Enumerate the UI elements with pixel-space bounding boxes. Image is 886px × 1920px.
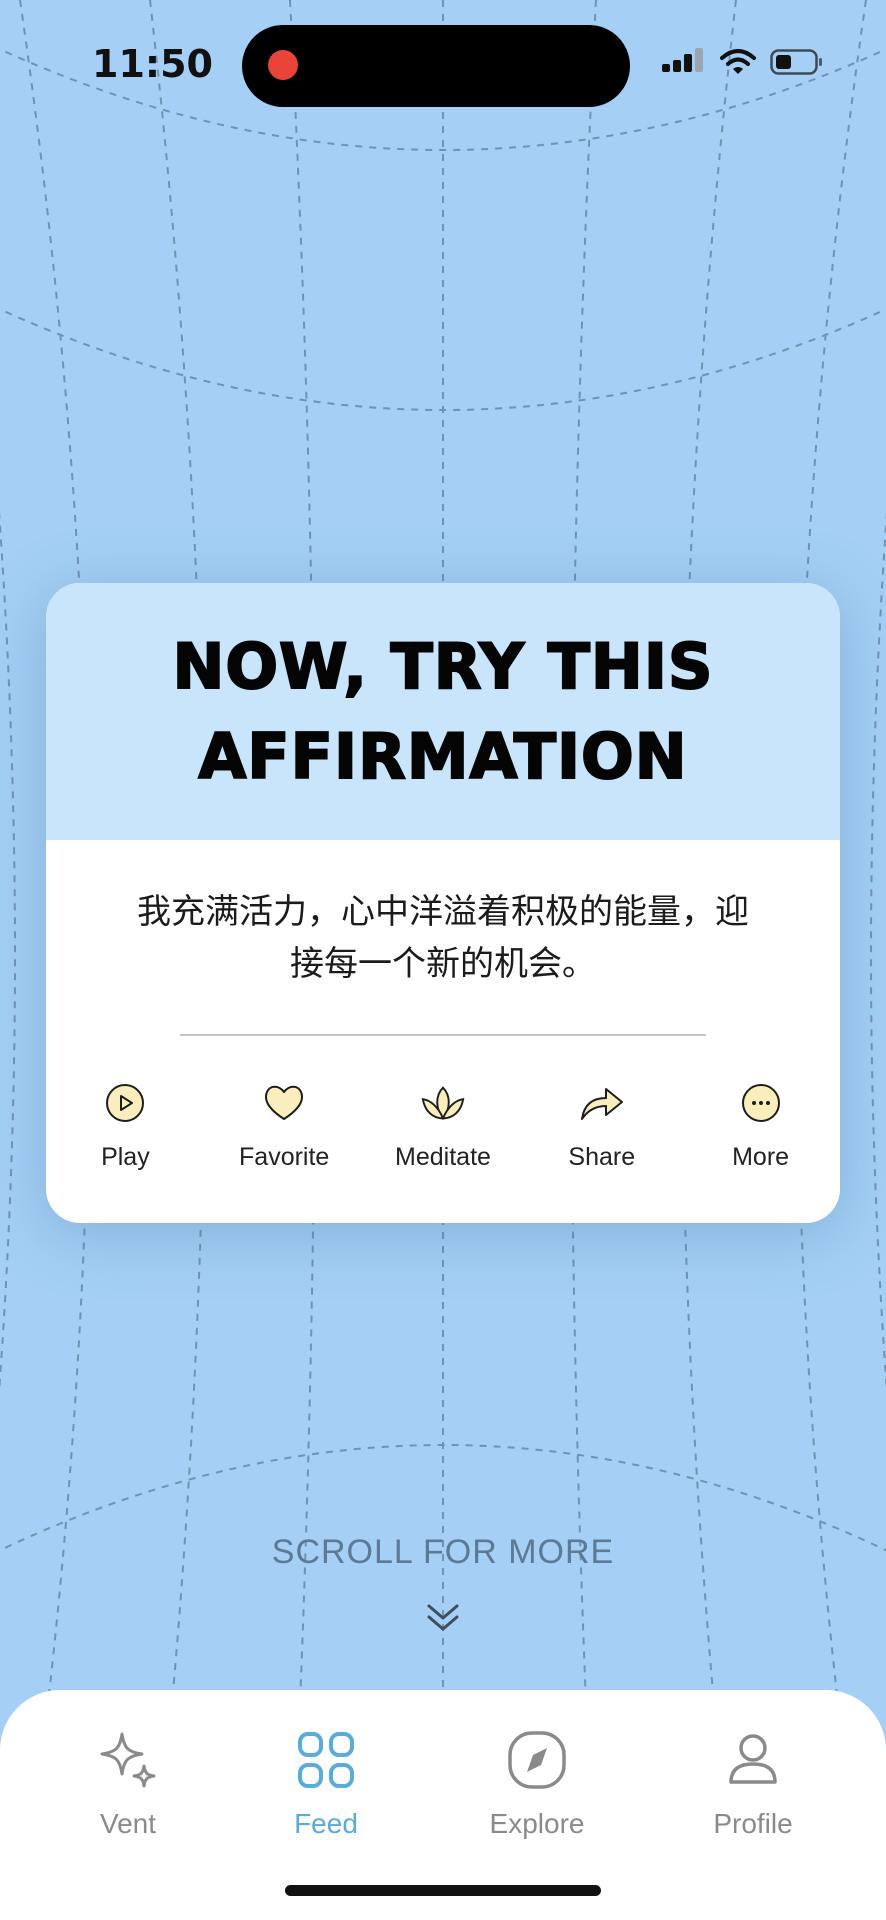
- play-label: Play: [101, 1143, 150, 1171]
- more-label: More: [732, 1143, 790, 1171]
- tab-feed-label: Feed: [294, 1808, 358, 1839]
- tab-explore-label: Explore: [489, 1808, 585, 1839]
- action-row: Play Favorite Meditate Share More: [46, 1079, 840, 1172]
- heart-icon: [265, 1085, 304, 1120]
- wifi-icon: [720, 49, 756, 74]
- battery-icon: [770, 49, 822, 75]
- share-icon: [580, 1088, 623, 1120]
- person-icon: [729, 1734, 777, 1784]
- chevron-down-icon[interactable]: [425, 1600, 461, 1636]
- card-title-line2: AFFIRMATION: [197, 719, 688, 794]
- tab-feed[interactable]: Feed: [246, 1728, 406, 1840]
- lotus-icon: [421, 1086, 465, 1120]
- play-button[interactable]: Play: [46, 1079, 205, 1172]
- screen: 11:50 NOW, TRY THIS AFFIRMATION 我充满活力，心中…: [0, 0, 886, 1920]
- sparkle-icon: [100, 1732, 156, 1788]
- affirmation-text: 我充满活力，心中洋溢着积极的能量，迎 接每一个新的机会。: [106, 886, 780, 990]
- card-title-line1: NOW, TRY THIS: [171, 629, 714, 704]
- compass-icon: [508, 1731, 566, 1789]
- tab-vent[interactable]: Vent: [48, 1728, 208, 1840]
- affirmation-card: NOW, TRY THIS AFFIRMATION 我充满活力，心中洋溢着积极的…: [46, 583, 840, 1223]
- signal-icon: [662, 48, 703, 72]
- share-label: Share: [568, 1143, 636, 1171]
- recording-indicator: [268, 50, 298, 80]
- more-icon: [741, 1084, 780, 1122]
- status-time: 11:50: [92, 42, 213, 86]
- grid-icon: [298, 1732, 354, 1788]
- favorite-button[interactable]: Favorite: [205, 1079, 364, 1172]
- dynamic-island: [242, 25, 630, 107]
- meditate-label: Meditate: [395, 1143, 491, 1171]
- play-icon: [106, 1084, 145, 1122]
- scroll-for-more-label[interactable]: SCROLL FOR MORE: [0, 1533, 886, 1572]
- tab-vent-label: Vent: [99, 1808, 157, 1839]
- more-button[interactable]: More: [681, 1079, 840, 1172]
- tab-explore[interactable]: Explore: [457, 1728, 617, 1840]
- card-header: NOW, TRY THIS AFFIRMATION: [46, 583, 840, 840]
- divider: [180, 1034, 706, 1036]
- share-button[interactable]: Share: [522, 1079, 681, 1172]
- affirmation-line2: 接每一个新的机会。: [290, 944, 596, 984]
- favorite-label: Favorite: [239, 1143, 330, 1171]
- tab-profile[interactable]: Profile: [673, 1728, 833, 1840]
- affirmation-line1: 我充满活力，心中洋溢着积极的能量，迎: [137, 892, 749, 932]
- status-icons: [662, 48, 824, 76]
- home-indicator[interactable]: [285, 1885, 601, 1896]
- meditate-button[interactable]: Meditate: [364, 1079, 523, 1172]
- tab-profile-label: Profile: [713, 1808, 793, 1839]
